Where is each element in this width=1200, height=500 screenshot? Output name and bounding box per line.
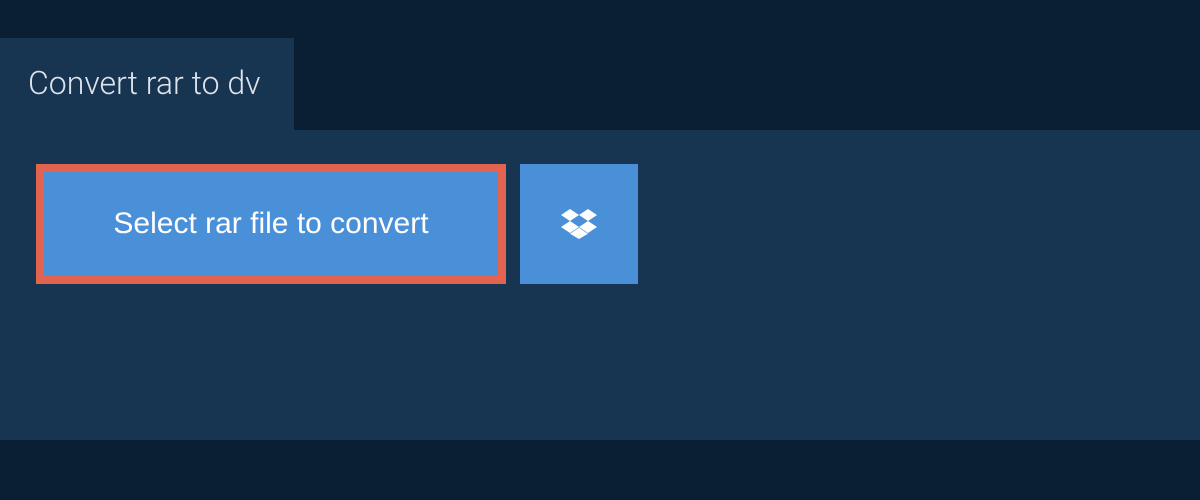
action-row: Select rar file to convert (0, 130, 1200, 318)
dropbox-button[interactable] (520, 164, 638, 284)
select-file-button[interactable]: Select rar file to convert (36, 164, 506, 284)
tab-label: Convert rar to dv (28, 64, 260, 102)
select-file-label: Select rar file to convert (113, 207, 428, 241)
header-row: Convert rar to dv (0, 0, 1200, 130)
dropbox-icon (561, 206, 597, 242)
main-panel: Select rar file to convert (0, 130, 1200, 440)
conversion-tab[interactable]: Convert rar to dv (0, 38, 294, 130)
